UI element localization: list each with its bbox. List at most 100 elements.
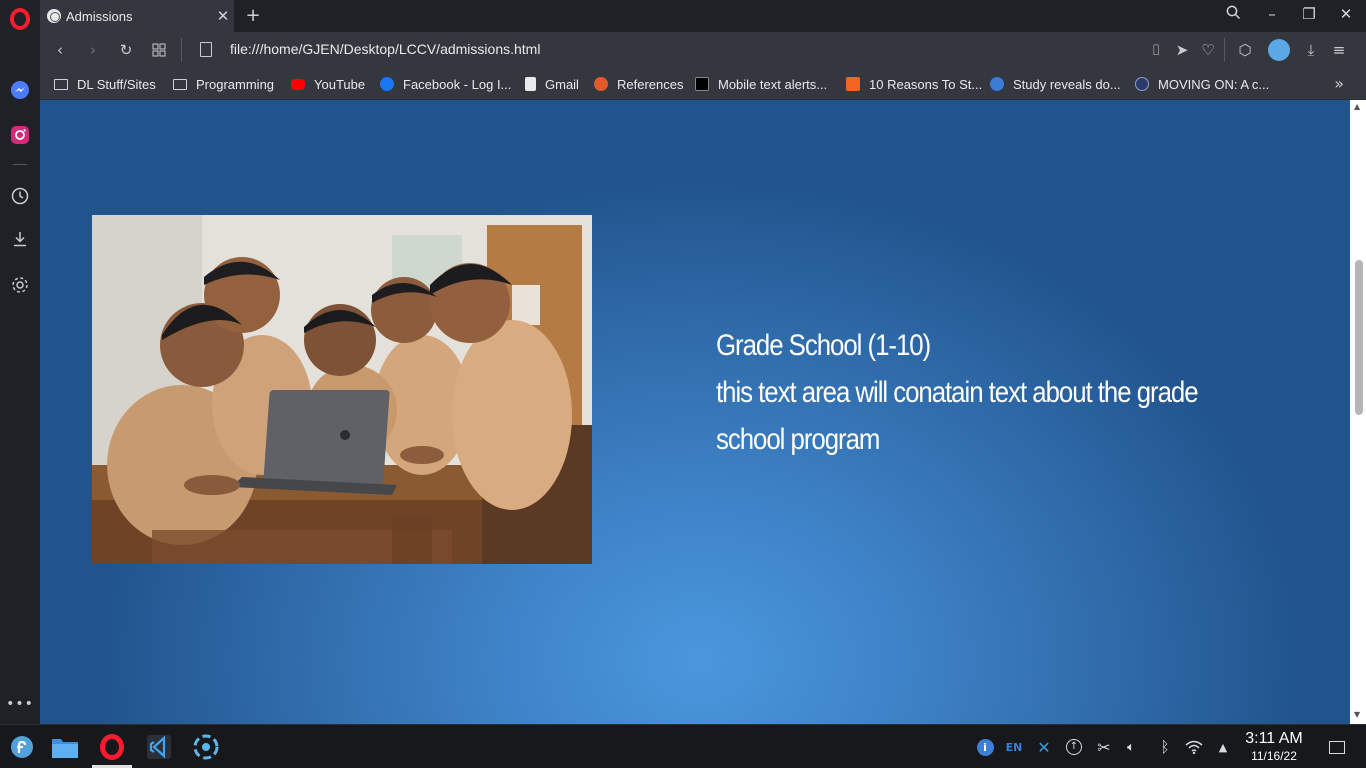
history-button[interactable] [8,184,32,208]
easy-setup-button[interactable]: ≡ [1329,40,1349,60]
bookmark-heart-button[interactable]: ♡ [1198,40,1218,60]
vscode-taskbar-button[interactable] [144,732,174,762]
address-toolbar: ‹ › ↻ file:///home/GJEN/Desktop/LCCV/adm… [40,32,1366,68]
toolbar-separator [181,38,182,62]
bookmark-item[interactable]: Facebook - Log I... [380,76,511,92]
show-desktop-button[interactable] [1328,738,1346,756]
messenger-button[interactable] [8,78,32,102]
folder-icon [52,739,78,758]
bookmark-label: Study reveals do... [1013,76,1121,92]
app-launcher-button[interactable] [7,732,37,762]
folder-icon [173,78,187,90]
app-taskbar-button[interactable] [191,732,221,762]
heart-icon: ♡ [1201,41,1215,59]
camera-icon: ⌷ [1151,41,1161,59]
bookmark-item[interactable]: DL Stuff/Sites [54,76,156,92]
search-tabs-button[interactable] [1222,5,1244,24]
checkbox-icon [846,77,860,91]
program-description: Grade School (1-10) this text area will … [716,322,1199,463]
restore-button[interactable]: ❐ [1298,5,1320,23]
file-manager-button[interactable] [50,732,80,762]
search-icon [1226,5,1240,20]
instagram-button[interactable] [8,123,32,147]
more-bookmarks-chevron-icon[interactable]: » [1334,74,1344,93]
tab-title: Admissions [66,8,133,24]
url-field[interactable]: file:///home/GJEN/Desktop/LCCV/admission… [230,41,540,57]
w-icon [695,77,709,91]
send-button[interactable]: ➤ [1172,40,1192,60]
opera-logo-icon [10,8,30,30]
reload-icon: ↻ [119,41,133,59]
bookmark-item[interactable]: MOVING ON: A c... [1135,76,1269,92]
bookmark-label: YouTube [314,76,366,92]
downloads-toolbar-button[interactable]: ⤓ [1301,40,1321,60]
page-viewport: Grade School (1-10) this text area will … [40,100,1350,724]
bookmark-item[interactable]: Mobile text alerts... [695,76,827,92]
scissors-tray-icon[interactable]: ✂ [1095,738,1113,757]
bookmark-item[interactable]: Gmail [525,76,579,92]
bookmark-label: References [617,76,684,92]
instagram-icon [11,126,29,144]
reload-button[interactable]: ↻ [116,40,136,60]
wifi-tray-icon[interactable] [1185,738,1203,756]
close-window-button[interactable]: ✕ [1335,5,1357,23]
inq-icon [990,77,1004,91]
document-icon [525,77,536,91]
info-tray-icon[interactable]: i [976,738,994,756]
tab-close-icon[interactable]: ✕ [212,7,234,25]
tab-admissions[interactable]: Admissions ✕ [40,0,234,32]
bluetooth-tray-icon[interactable]: ᛒ [1156,738,1174,756]
scroll-down-arrow-icon[interactable]: ▼ [1354,710,1360,719]
download-icon: ⤓ [1307,41,1315,59]
bookmark-item[interactable]: References [594,76,683,92]
scroll-up-arrow-icon[interactable]: ▲ [1354,102,1360,111]
forward-arrow-icon: › [90,41,96,59]
minimize-button[interactable]: – [1261,5,1283,23]
bookmark-label: DL Stuff/Sites [77,76,156,92]
sidebar-divider [13,164,27,165]
youtube-icon [291,78,305,90]
new-tab-button[interactable]: + [243,5,263,26]
settings-button[interactable] [8,273,32,297]
bookmark-label: Mobile text alerts... [718,76,828,92]
tab-grid-button[interactable] [149,40,169,60]
facebook-icon [380,77,394,91]
profile-avatar[interactable] [1268,39,1290,61]
kdeconnect-tray-icon[interactable]: ✕ [1035,738,1053,757]
bookmark-item[interactable]: YouTube [291,76,365,92]
swirl-icon [193,734,219,760]
clock-icon [11,187,29,205]
updates-tray-icon[interactable]: ↑ [1065,738,1083,756]
opera-taskbar-button[interactable] [97,732,127,762]
more-options-button[interactable]: ••• [6,692,33,716]
download-icon [14,232,26,247]
bookmark-item[interactable]: 10 Reasons To St... [846,76,982,92]
downloads-button[interactable] [8,227,32,251]
tab-strip: Admissions ✕ + – ❐ ✕ [40,0,1366,32]
clock-time[interactable]: 3:11 AM [1240,730,1308,748]
back-button[interactable]: ‹ [50,40,70,60]
folder-icon [54,78,68,90]
scroll-thumb[interactable] [1355,260,1363,415]
clock-date[interactable]: 11/16/22 [1240,749,1308,763]
classroom-photo [92,215,592,564]
keyboard-layout-indicator[interactable]: EN [1005,738,1023,756]
tray-expand-arrow-icon[interactable]: ▲ [1214,738,1232,756]
snapshot-button[interactable]: ⌷ [1146,40,1166,60]
volume-tray-icon[interactable]: 🔈︎ [1122,738,1140,756]
forward-button[interactable]: › [83,40,103,60]
students-laptop-illustration [92,215,592,564]
opera-sidebar: ••• [0,0,40,724]
bookmark-item[interactable]: Programming [173,76,274,92]
wifi-icon [1185,740,1203,754]
page-scrollbar[interactable]: ▲ ▼ [1350,100,1366,724]
back-arrow-icon: ‹ [57,41,63,59]
bookmark-label: 10 Reasons To St... [869,76,983,92]
gear-icon [12,277,28,293]
opera-menu-button[interactable] [8,7,32,31]
bookmark-item[interactable]: Study reveals do... [990,76,1121,92]
program-heading: Grade School (1-10) [716,329,931,362]
bookmark-label: Gmail [545,76,579,92]
desktop-icon [1329,740,1345,754]
extensions-button[interactable]: ⬡ [1235,40,1255,60]
